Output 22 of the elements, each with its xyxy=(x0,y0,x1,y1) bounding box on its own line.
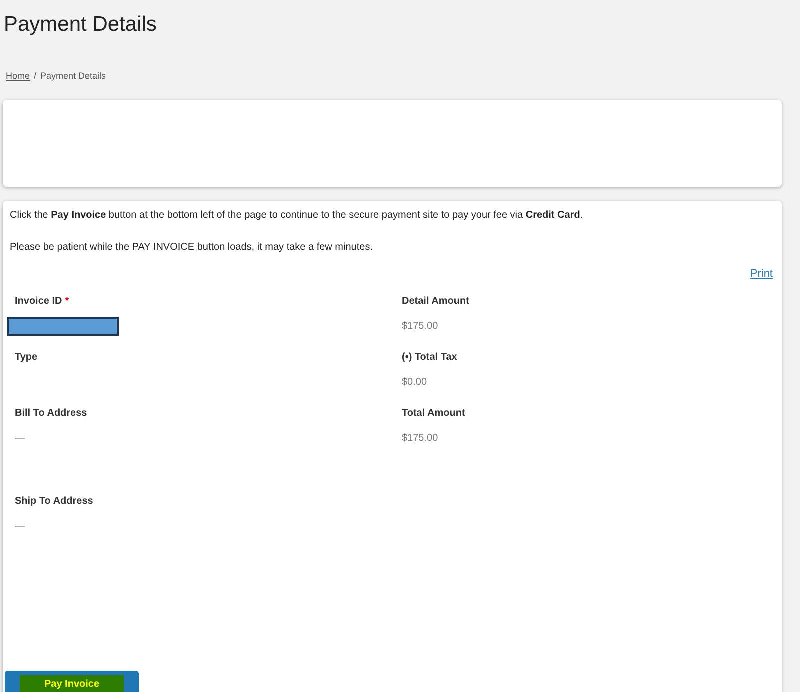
field-value: — xyxy=(15,520,26,534)
field-label: Invoice ID xyxy=(15,295,62,309)
print-link[interactable]: Print xyxy=(750,266,773,282)
field-label: Ship To Address xyxy=(15,495,94,509)
required-mark: * xyxy=(65,295,70,309)
instruction-text: Click the Pay Invoice button at the bottom left of the page to continue to the secure payment site to pay your fee via Credit Card. xyxy=(10,208,584,222)
instruction-text: Please be patient while the PAY INVOICE button loads, it may take a few minutes. xyxy=(10,240,374,254)
invoice-id-field[interactable] xyxy=(7,317,119,336)
field-label: Detail Amount xyxy=(402,295,470,309)
page-title: Payment Details xyxy=(3,12,158,38)
field-label: Type xyxy=(15,351,38,365)
field-value: — xyxy=(15,432,26,446)
breadcrumb-link[interactable]: Home xyxy=(6,70,30,84)
pay-invoice-button[interactable]: Pay Invoice xyxy=(5,670,139,692)
breadcrumb-separator: / xyxy=(34,70,37,83)
field-label: Total Amount xyxy=(402,407,466,421)
field-label: (•) Total Tax xyxy=(402,351,458,365)
amount-value: $0.00 xyxy=(402,376,428,390)
amount-value: $175.00 xyxy=(402,320,440,334)
breadcrumb-current: Payment Details xyxy=(40,70,106,83)
field-label: Bill To Address xyxy=(15,407,88,421)
amount-value: $175.00 xyxy=(402,432,440,446)
